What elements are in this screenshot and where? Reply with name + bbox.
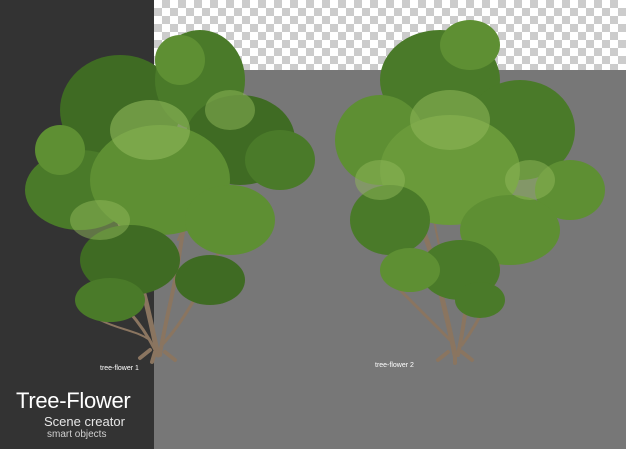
- brand-tagline: smart objects: [47, 429, 107, 440]
- brand-subtitle: Scene creator: [44, 414, 125, 429]
- tree-flower-2-image: [335, 20, 605, 365]
- brand-title: Tree-Flower: [16, 388, 131, 413]
- tree-2-label: tree-flower 2: [375, 362, 414, 369]
- tree-1-label: tree-flower 1: [100, 365, 139, 372]
- tree-2-foliage: [335, 20, 605, 318]
